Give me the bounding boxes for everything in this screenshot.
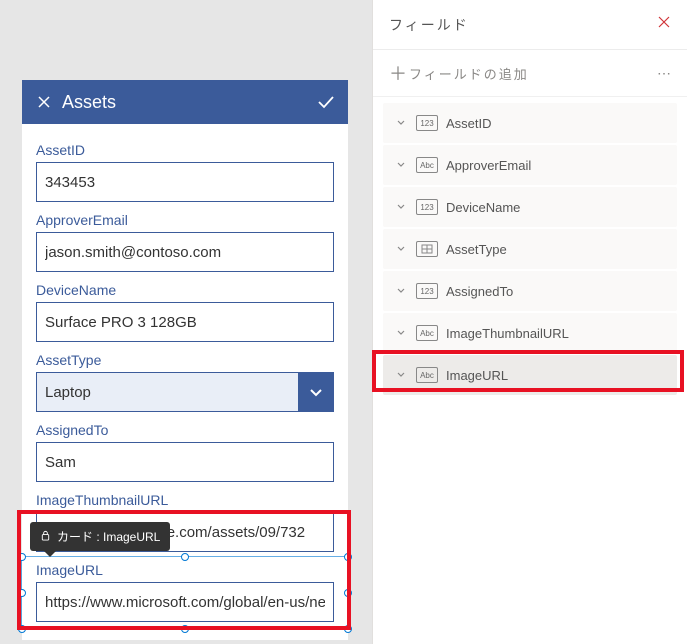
type-badge: Abc	[416, 367, 438, 383]
type-badge: Abc	[416, 157, 438, 173]
label-devicename: DeviceName	[36, 282, 334, 298]
add-field-label: フィールドの追加	[409, 64, 657, 83]
check-icon[interactable]	[314, 90, 338, 114]
chevron-down-icon	[396, 244, 408, 254]
tree-item-assetid[interactable]: 123 AssetID	[383, 103, 677, 143]
tree-item-label: ImageThumbnailURL	[446, 326, 569, 341]
chevron-down-icon[interactable]	[298, 372, 334, 412]
resize-handle[interactable]	[181, 625, 189, 633]
select-assettype[interactable]	[36, 372, 334, 412]
tree-item-assettype[interactable]: AssetType	[383, 229, 677, 269]
tree-item-label: ApproverEmail	[446, 158, 531, 173]
field-assetid: AssetID	[36, 142, 334, 202]
type-badge	[416, 241, 438, 257]
tree-item-label: AssignedTo	[446, 284, 513, 299]
tree-item-label: DeviceName	[446, 200, 520, 215]
resize-handle[interactable]	[181, 553, 189, 561]
input-assignedto[interactable]	[36, 442, 334, 482]
field-assettype: AssetType	[36, 352, 334, 412]
add-field-row[interactable]: ＋ フィールドの追加 ⋯	[373, 50, 687, 97]
panel-title: フィールド	[389, 15, 657, 35]
tree-item-label: AssetType	[446, 242, 507, 257]
resize-handle[interactable]	[344, 589, 352, 597]
panel-header: フィールド	[373, 0, 687, 50]
form-header: Assets	[22, 80, 348, 124]
tree-item-assignedto[interactable]: 123 AssignedTo	[383, 271, 677, 311]
label-approveremail: ApproverEmail	[36, 212, 334, 228]
type-badge: 123	[416, 283, 438, 299]
input-approveremail[interactable]	[36, 232, 334, 272]
chevron-down-icon	[396, 370, 408, 380]
selection-outline	[22, 557, 348, 629]
type-badge: 123	[416, 199, 438, 215]
field-approveremail: ApproverEmail	[36, 212, 334, 272]
chevron-down-icon	[396, 286, 408, 296]
lock-icon	[40, 530, 51, 544]
canvas-area: Assets AssetID ApproverEmail DeviceName …	[0, 0, 372, 644]
resize-handle[interactable]	[18, 553, 26, 561]
label-assetid: AssetID	[36, 142, 334, 158]
input-devicename[interactable]	[36, 302, 334, 342]
more-icon[interactable]: ⋯	[657, 65, 671, 82]
resize-handle[interactable]	[18, 589, 26, 597]
chevron-down-icon	[396, 202, 408, 212]
tooltip-card: カード : ImageURL	[30, 522, 170, 551]
field-devicename: DeviceName	[36, 282, 334, 342]
chevron-down-icon	[396, 328, 408, 338]
fields-panel: フィールド ＋ フィールドの追加 ⋯ 123 AssetID Abc Approver…	[372, 0, 687, 644]
plus-icon: ＋	[389, 60, 409, 86]
resize-handle[interactable]	[18, 625, 26, 633]
chevron-down-icon	[396, 118, 408, 128]
label-assettype: AssetType	[36, 352, 334, 368]
close-icon[interactable]	[657, 15, 671, 34]
form-title: Assets	[56, 92, 314, 113]
resize-handle[interactable]	[344, 625, 352, 633]
type-badge: 123	[416, 115, 438, 131]
field-tree: 123 AssetID Abc ApproverEmail 123 DeviceName A…	[373, 97, 687, 403]
tree-item-label: AssetID	[446, 116, 492, 131]
tree-item-imagethumbnailurl[interactable]: Abc ImageThumbnailURL	[383, 313, 677, 353]
resize-handle[interactable]	[344, 553, 352, 561]
tree-item-approveremail[interactable]: Abc ApproverEmail	[383, 145, 677, 185]
field-assignedto: AssignedTo	[36, 422, 334, 482]
close-icon[interactable]	[32, 90, 56, 114]
input-assetid[interactable]	[36, 162, 334, 202]
chevron-down-icon	[396, 160, 408, 170]
type-badge: Abc	[416, 325, 438, 341]
tree-item-imageurl[interactable]: Abc ImageURL	[383, 355, 677, 395]
tree-item-devicename[interactable]: 123 DeviceName	[383, 187, 677, 227]
tooltip-text: カード : ImageURL	[57, 528, 160, 545]
label-assignedto: AssignedTo	[36, 422, 334, 438]
label-thumburl: ImageThumbnailURL	[36, 492, 334, 508]
tree-item-label: ImageURL	[446, 368, 508, 383]
